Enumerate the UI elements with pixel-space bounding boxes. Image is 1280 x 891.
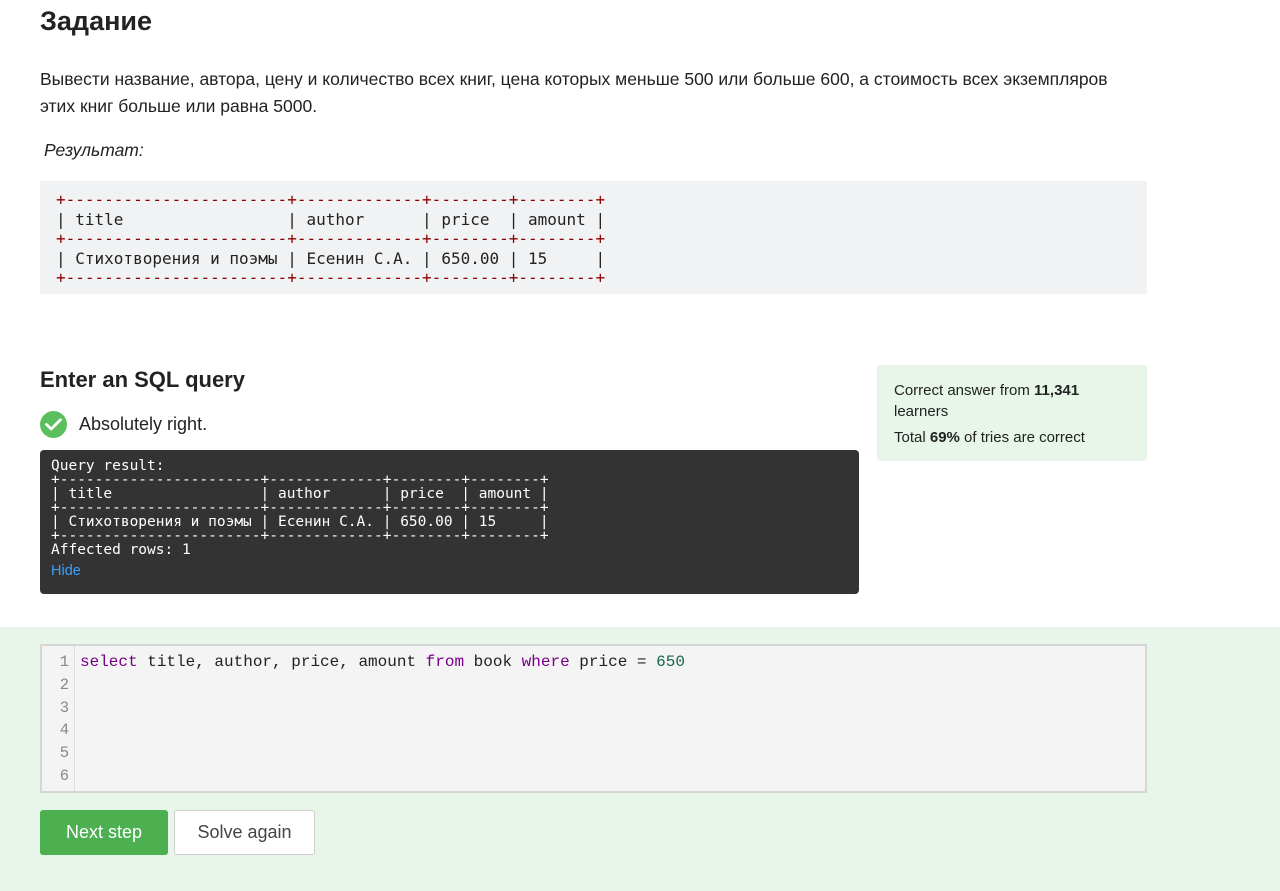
- solve-again-button[interactable]: Solve again: [174, 810, 315, 855]
- line-number: 3: [59, 698, 69, 717]
- correct-percent: 69%: [929, 429, 960, 446]
- sql-text: price =: [569, 653, 657, 671]
- task-description: Вывести название, автора, цену и количес…: [40, 69, 1108, 116]
- line-number: 5: [59, 744, 69, 763]
- stat-text: Correct answer from: [894, 382, 1035, 399]
- affected-rows: Affected rows: 1: [51, 542, 191, 558]
- sql-keyword: select: [80, 653, 138, 671]
- line-number: 1: [59, 653, 69, 671]
- table-separator: +-----------------------+-------------+-…: [56, 229, 606, 248]
- stat-text: Total: [894, 429, 930, 446]
- line-number: 2: [59, 675, 69, 694]
- sql-keyword: from: [425, 653, 465, 671]
- sql-keyword: where: [521, 653, 570, 671]
- sql-query-heading: Enter an SQL query: [40, 367, 245, 392]
- sql-text: title, author, price, amount: [137, 653, 426, 671]
- table-header-row: | title | author | price | amount |: [56, 209, 606, 229]
- stats-box: Correct answer from 11,341 learners Tota…: [877, 365, 1147, 461]
- table-row: | Стихотворения и поэмы | Есенин С.А. | …: [56, 248, 606, 268]
- line-number: 6: [59, 766, 69, 785]
- tries-stat: Total 69% of tries are correct: [894, 427, 1130, 448]
- status-message: Absolutely right.: [79, 414, 208, 434]
- next-step-button[interactable]: Next step: [40, 810, 168, 855]
- expected-result-table: +-----------------------+-------------+-…: [40, 181, 1147, 294]
- result-label: Результат:: [44, 140, 144, 160]
- code-editor[interactable]: 1 2 3 4 5 6 select title, author, price,…: [40, 644, 1147, 793]
- answer-status: Absolutely right.: [40, 411, 207, 438]
- task-title: Задание: [40, 6, 153, 36]
- line-number: 4: [59, 721, 69, 740]
- line-number-gutter: 1 2 3 4 5 6: [42, 646, 75, 791]
- table-separator: +-----------------------+-------------+-…: [56, 268, 606, 287]
- correct-answers-stat: Correct answer from 11,341 learners: [894, 380, 1130, 422]
- check-circle-icon: [40, 411, 67, 438]
- hide-link[interactable]: Hide: [51, 563, 859, 579]
- stat-text: of tries are correct: [959, 429, 1085, 446]
- query-result-panel: Query result: +-----------------------+-…: [40, 450, 859, 594]
- sql-code[interactable]: select title, author, price, amount from…: [80, 651, 685, 674]
- learners-count: 11,341: [1034, 382, 1080, 399]
- sql-text: book: [464, 653, 522, 671]
- stat-text: learners: [894, 403, 949, 420]
- sql-number: 650: [656, 653, 685, 671]
- table-separator: +-----------------------+-------------+-…: [56, 190, 606, 209]
